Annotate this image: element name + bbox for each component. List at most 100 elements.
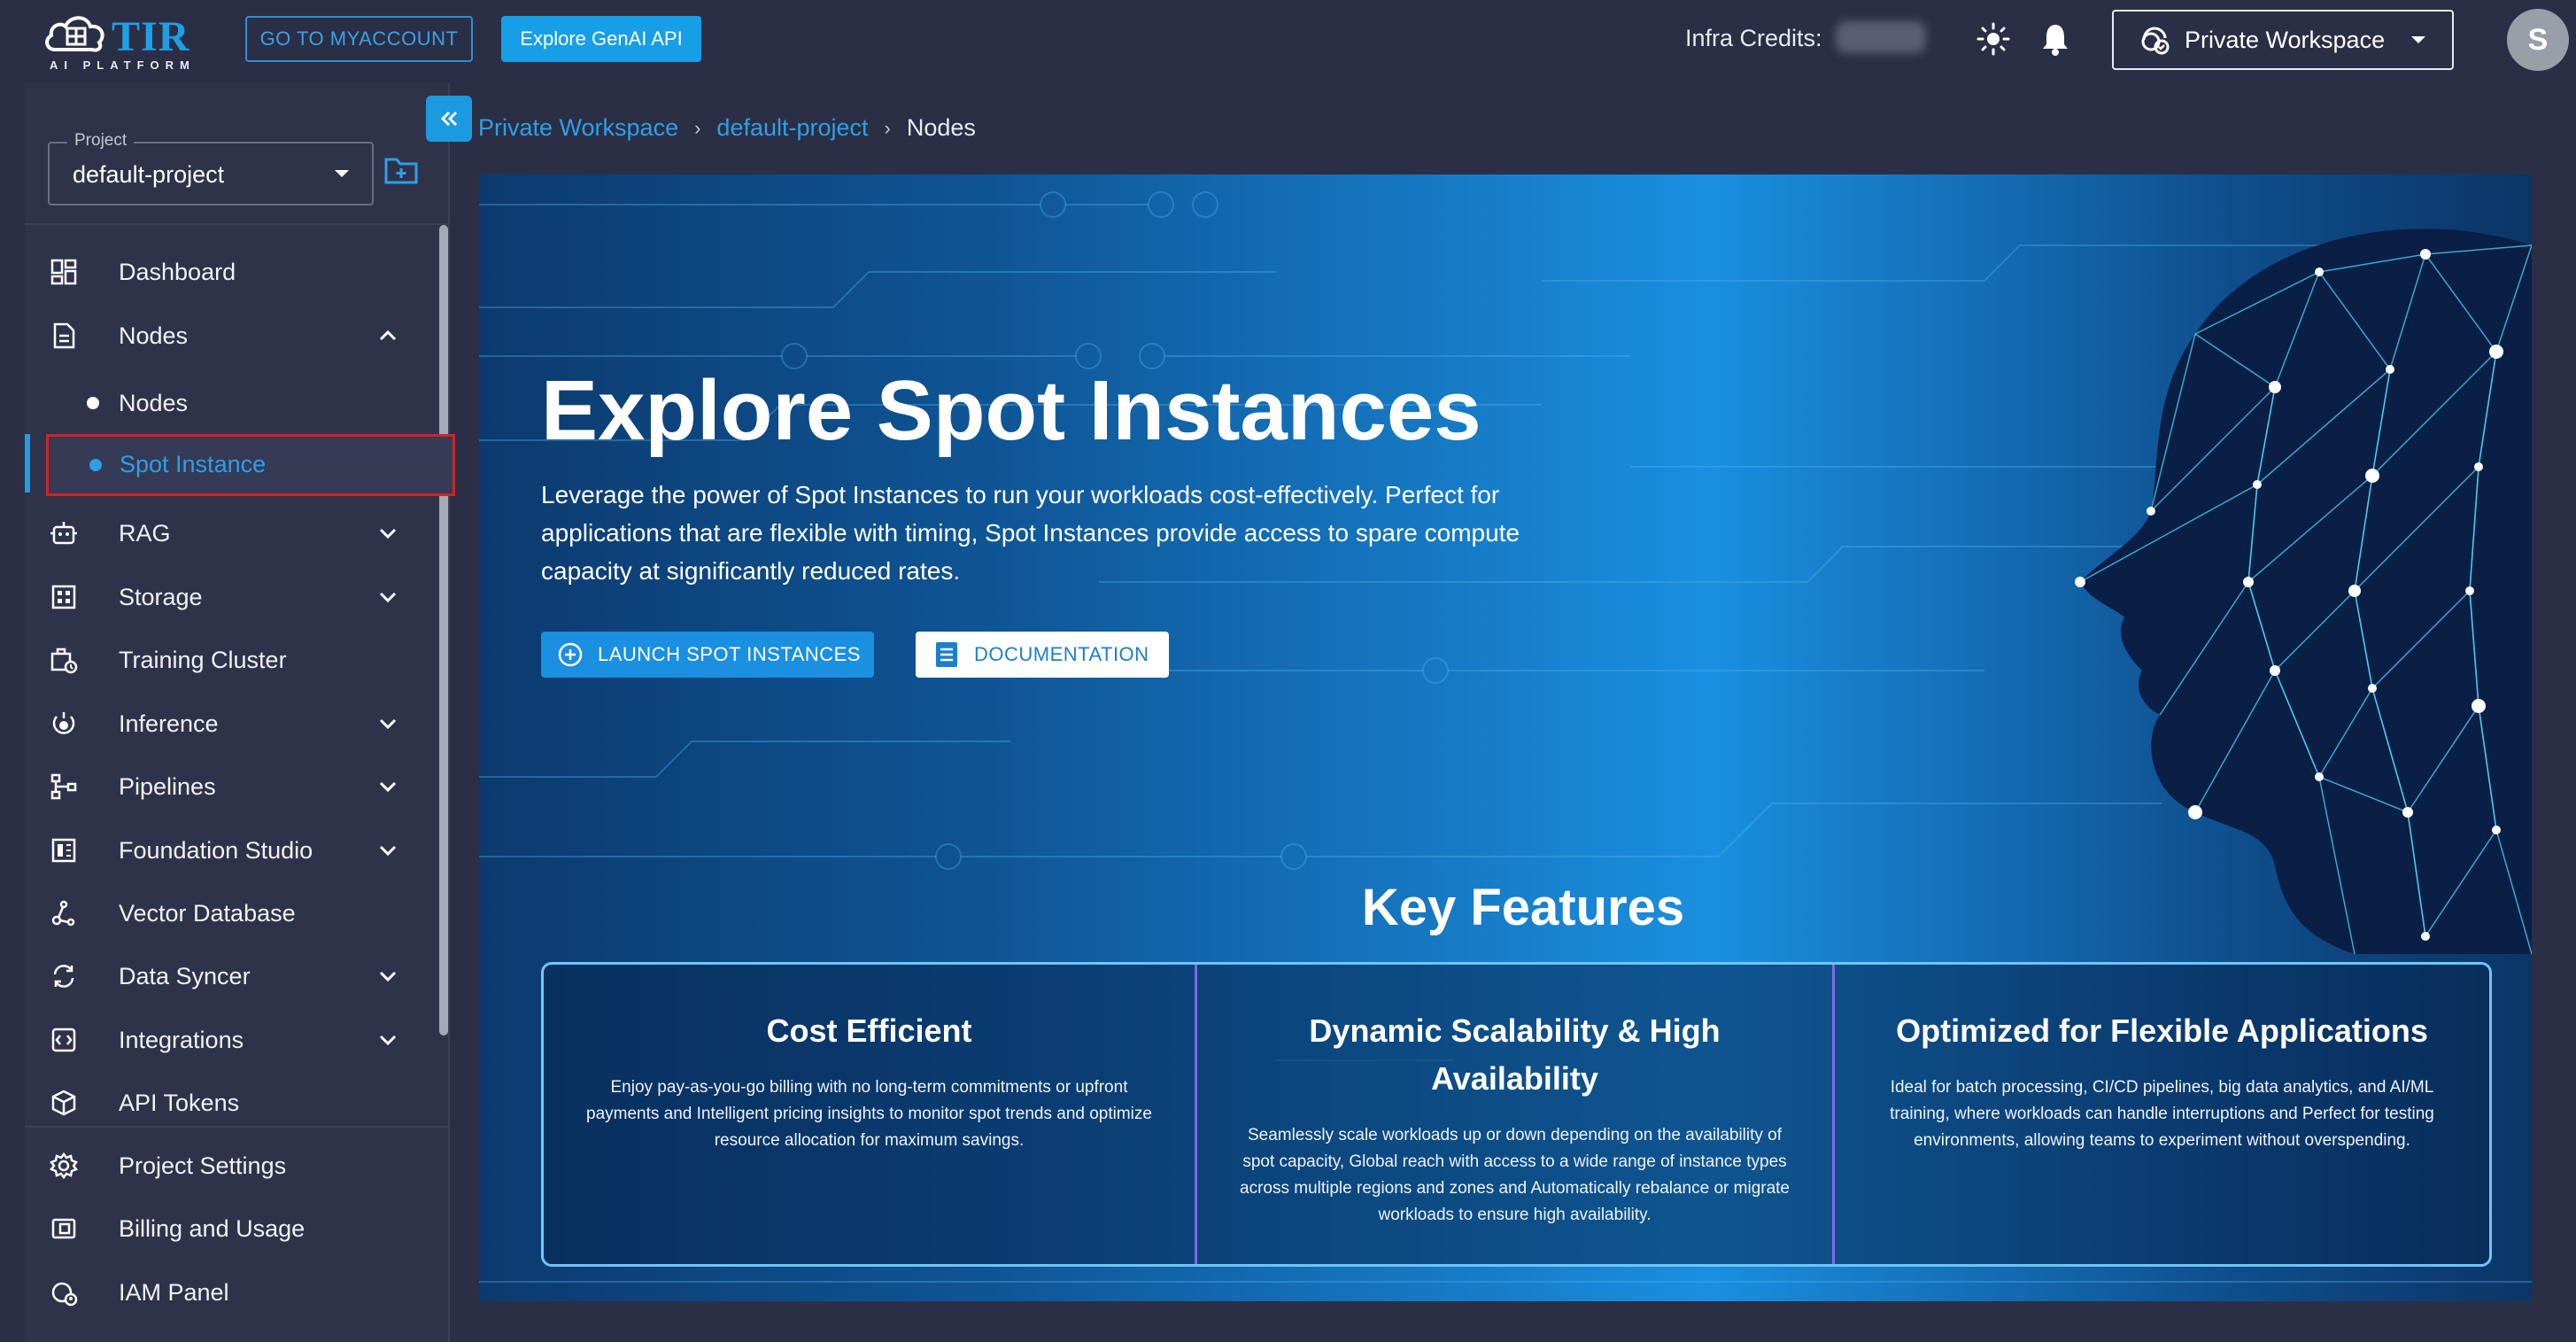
sidebar-item-storage[interactable]: Storage (25, 570, 441, 624)
sidebar-item-label: RAG (119, 519, 171, 547)
feature-card-title: Dynamic Scalability & High Availability (1309, 1012, 1721, 1097)
sync-icon (53, 965, 74, 988)
infra-credits-value (1836, 21, 1926, 53)
sidebar-item-rag[interactable]: RAG (25, 507, 441, 560)
key-features-title: Key Features (1361, 879, 1685, 936)
tir-logo[interactable]: TIR AI PLATFORM (43, 7, 211, 74)
sidebar-item-dashboard[interactable]: Dashboard (25, 245, 441, 299)
sidebar-item-label: Foundation Studio (119, 836, 313, 864)
robot-icon (50, 522, 77, 545)
breadcrumb-current: Nodes (906, 114, 976, 141)
spot-instances-hero: Explore Spot Instances Leverage the powe… (479, 175, 2532, 1301)
feature-card-cost-efficient: Cost Efficient Enjoy pay-as-you-go billi… (544, 965, 1195, 1264)
brand-name: TIR (112, 13, 190, 60)
feature-card-title: Cost Efficient (766, 1012, 972, 1049)
sidebar-item-label: Nodes (119, 389, 189, 416)
breadcrumb-separator: › (884, 116, 891, 139)
sidebar-item-pipelines[interactable]: Pipelines (25, 760, 441, 813)
breadcrumb-separator: › (694, 116, 701, 139)
project-select[interactable]: Project default-project (48, 131, 374, 206)
bullet-dot-icon (87, 397, 99, 409)
sidebar-item-label: Integrations (119, 1026, 244, 1053)
new-folder-icon[interactable] (384, 156, 418, 184)
wallet-icon (51, 1218, 76, 1239)
chevron-up-icon (379, 330, 397, 341)
theme-sun-icon[interactable] (1976, 21, 2011, 57)
double-chevron-left-icon (440, 111, 458, 127)
sidebar-item-iam-panel[interactable]: IAM Panel (25, 1266, 441, 1319)
feature-card-text: Ideal for batch processing, CI/CD pipeli… (1890, 1078, 2434, 1150)
breadcrumb-project[interactable]: default-project (716, 114, 868, 142)
launch-spot-instances-button[interactable]: LAUNCH SPOT INSTANCES (541, 632, 874, 678)
sidebar-item-label: Project Settings (119, 1152, 287, 1179)
sidebar-item-label: Spot Instance (120, 451, 267, 477)
chevron-down-icon (379, 971, 397, 982)
sidebar-item-training-cluster[interactable]: Training Cluster (25, 633, 441, 687)
sidebar-item-project-settings[interactable]: Project Settings (25, 1139, 441, 1192)
add-circle-icon (558, 642, 583, 667)
iam-icon (51, 1282, 78, 1307)
sidebar-item-label: Dashboard (119, 258, 236, 285)
feature-cards: Cost Efficient Enjoy pay-as-you-go billi… (541, 962, 2492, 1267)
sidebar-item-label: IAM Panel (119, 1278, 229, 1306)
sidebar-item-inference[interactable]: Inference (25, 697, 441, 750)
document-icon (53, 322, 75, 349)
cluster-icon (50, 648, 78, 674)
sidebar-subitem-spot-instance[interactable]: Spot Instance (46, 434, 455, 496)
workspace-selector[interactable]: Private Workspace (2112, 10, 2454, 70)
sidebar-item-billing[interactable]: Billing and Usage (25, 1202, 441, 1255)
studio-icon (51, 838, 76, 863)
explore-genai-api-button[interactable]: Explore GenAI API (501, 16, 701, 62)
sidebar-item-data-syncer[interactable]: Data Syncer (25, 950, 441, 1003)
sidebar-item-label: Vector Database (119, 899, 296, 927)
storage-icon (51, 585, 76, 609)
documentation-button[interactable]: DOCUMENTATION (916, 632, 1169, 678)
sidebar: Project default-project Dashboard Nodes (25, 83, 455, 1342)
hero-title: Explore Spot Instances (541, 363, 1481, 458)
top-bar: TIR AI PLATFORM GO TO MYACCOUNT Explore … (0, 0, 2576, 81)
cloud-logo-icon (45, 16, 104, 52)
caret-down-icon (2411, 36, 2426, 43)
inference-icon (52, 712, 75, 734)
collapse-sidebar-button[interactable] (426, 96, 472, 142)
breadcrumb-workspace[interactable]: Private Workspace (478, 114, 678, 142)
sidebar-item-label: Training Cluster (119, 646, 287, 673)
sidebar-item-label: API Tokens (119, 1089, 240, 1116)
chevron-down-icon (379, 845, 397, 857)
notification-bell-icon[interactable] (2039, 21, 2071, 57)
breadcrumb: Private Workspace › default-project › No… (478, 114, 976, 142)
sidebar-item-integrations[interactable]: Integrations (25, 1013, 441, 1067)
pipeline-icon (50, 773, 77, 800)
sidebar-item-label: Pipelines (119, 772, 216, 800)
hero-description: Leverage the power of Spot Instances to … (541, 481, 1520, 585)
chevron-down-icon (379, 781, 397, 793)
sidebar-item-api-tokens[interactable]: API Tokens (25, 1076, 441, 1129)
feature-card-text: Seamlessly scale workloads up or down de… (1240, 1126, 1790, 1224)
sidebar-item-label: Inference (119, 710, 219, 737)
workspace-icon (2141, 27, 2170, 55)
sidebar-divider (25, 1126, 448, 1128)
sidebar-item-label: Billing and Usage (119, 1214, 306, 1242)
integration-icon (51, 1028, 76, 1052)
chevron-down-icon (379, 1035, 397, 1046)
user-avatar[interactable]: S (2507, 9, 2569, 71)
go-to-myaccount-button[interactable]: GO TO MYACCOUNT (245, 16, 473, 62)
vector-icon (51, 900, 75, 927)
feature-card-title: Optimized for Flexible Applications (1896, 1012, 2428, 1049)
sidebar-item-foundation-studio[interactable]: Foundation Studio (25, 824, 441, 877)
feature-card-scalability: Dynamic Scalability & High Availability … (1195, 965, 1832, 1264)
sidebar-item-label: Nodes (119, 322, 189, 349)
dashboard-icon (50, 259, 77, 285)
sidebar-item-vector-database[interactable]: Vector Database (25, 887, 441, 940)
documentation-label: DOCUMENTATION (974, 643, 1149, 665)
project-value: default-project (73, 161, 225, 188)
chevron-down-icon (379, 528, 397, 539)
sidebar-subitem-nodes[interactable]: Nodes (25, 376, 441, 430)
chevron-down-icon (379, 592, 397, 603)
sidebar-item-nodes[interactable]: Nodes (25, 309, 441, 362)
chevron-down-icon (379, 718, 397, 730)
sidebar-divider (25, 223, 448, 225)
sidebar-item-label: Data Syncer (119, 962, 251, 989)
document-icon (936, 642, 957, 667)
bullet-dot-icon (89, 459, 102, 471)
